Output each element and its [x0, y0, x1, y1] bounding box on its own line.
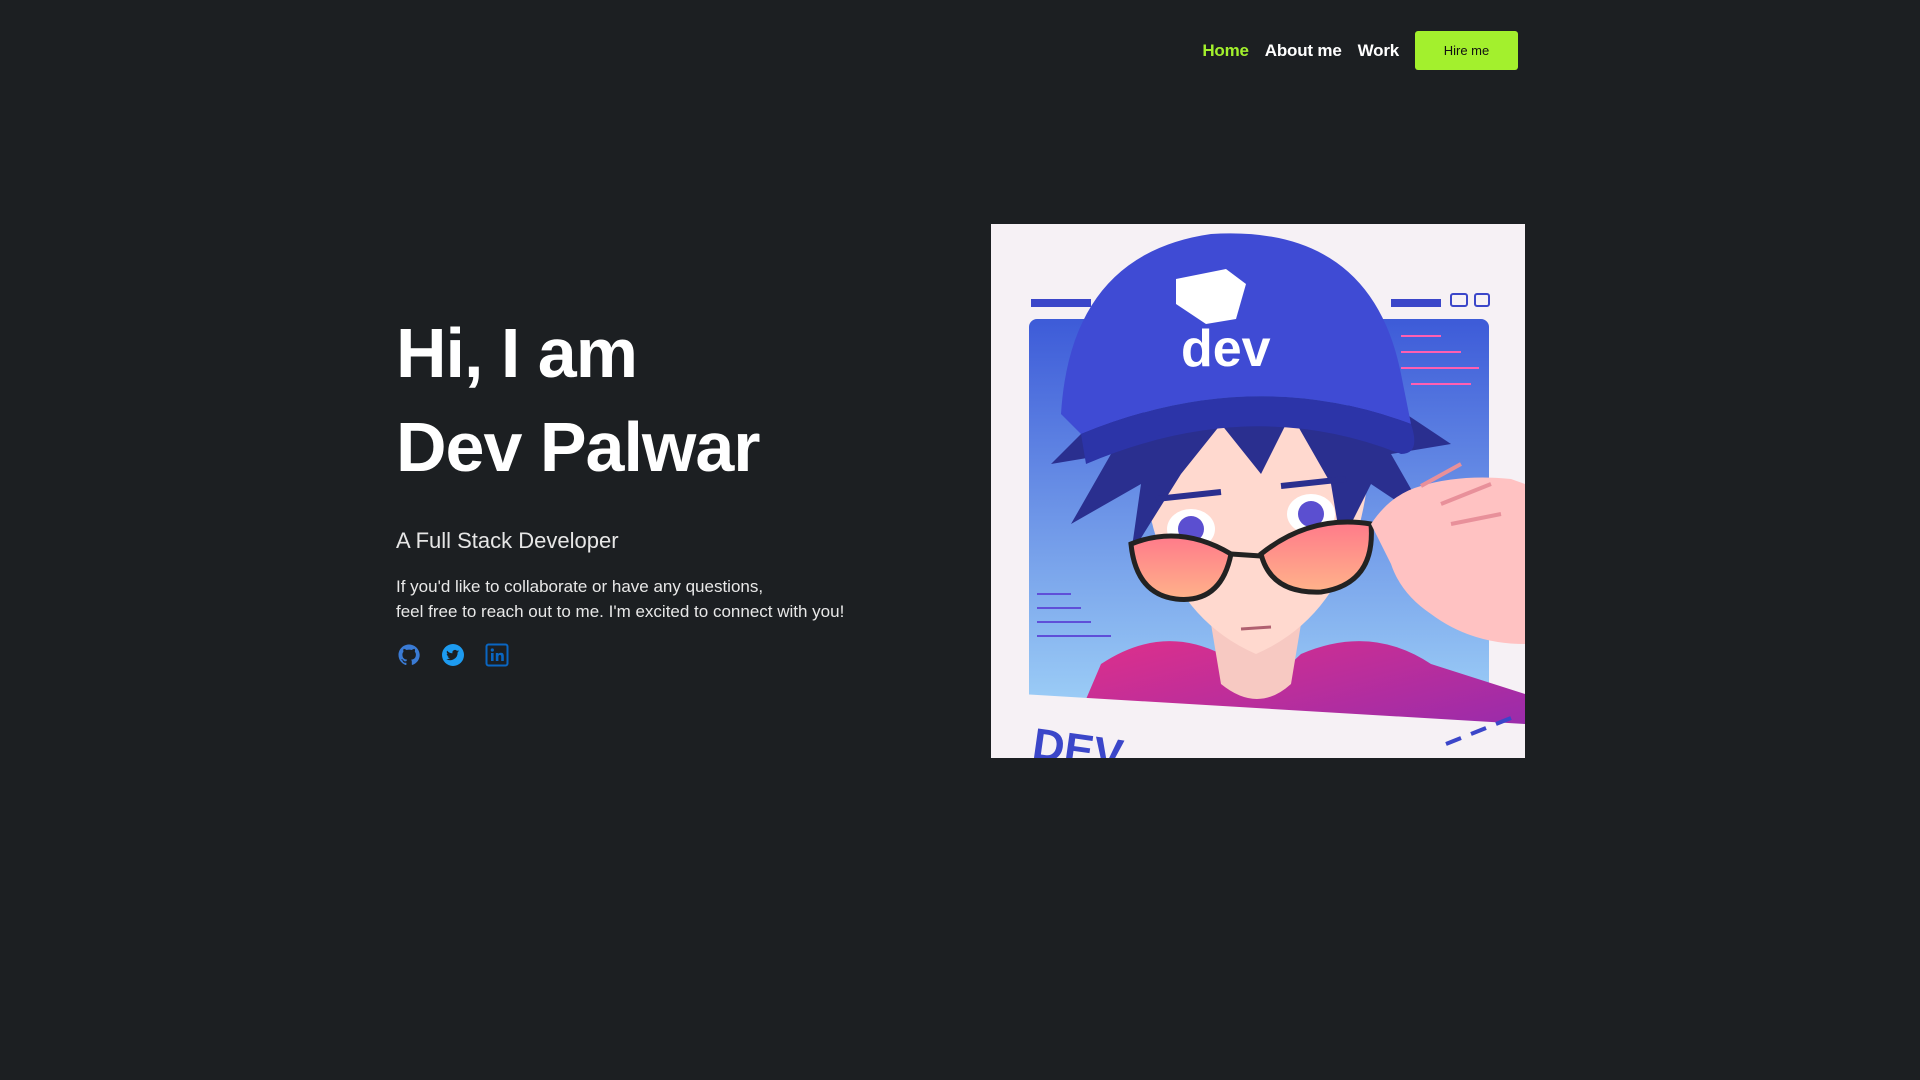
linkedin-icon	[485, 643, 509, 667]
linkedin-link[interactable]	[484, 642, 510, 668]
nav-home-link[interactable]: Home	[1202, 41, 1249, 61]
top-nav: Home About me Work Hire me	[1202, 31, 1518, 70]
hire-me-button[interactable]: Hire me	[1415, 31, 1518, 70]
blurb-line-1: If you'd like to collaborate or have any…	[396, 577, 764, 596]
anime-avatar-illustration: dev DEV	[991, 224, 1525, 758]
cap-dev-text: dev	[1181, 320, 1271, 378]
github-icon	[398, 644, 420, 666]
social-links	[396, 642, 956, 668]
github-link[interactable]	[396, 642, 422, 668]
hero-name: Dev Palwar	[396, 408, 761, 486]
nav-about-link[interactable]: About me	[1265, 41, 1342, 61]
hero-subtitle: A Full Stack Developer	[396, 528, 619, 553]
hero-greeting: Hi, I am	[396, 314, 638, 392]
twitter-icon	[442, 644, 464, 666]
hero-blurb: If you'd like to collaborate or have any…	[396, 574, 956, 624]
hero-section: Hi, I am Dev Palwar A Full Stack Develop…	[396, 306, 956, 668]
blurb-line-2: feel free to reach out to me. I'm excite…	[396, 602, 845, 621]
twitter-link[interactable]	[440, 642, 466, 668]
profile-portrait: dev DEV	[991, 224, 1525, 758]
nav-work-link[interactable]: Work	[1358, 41, 1400, 61]
